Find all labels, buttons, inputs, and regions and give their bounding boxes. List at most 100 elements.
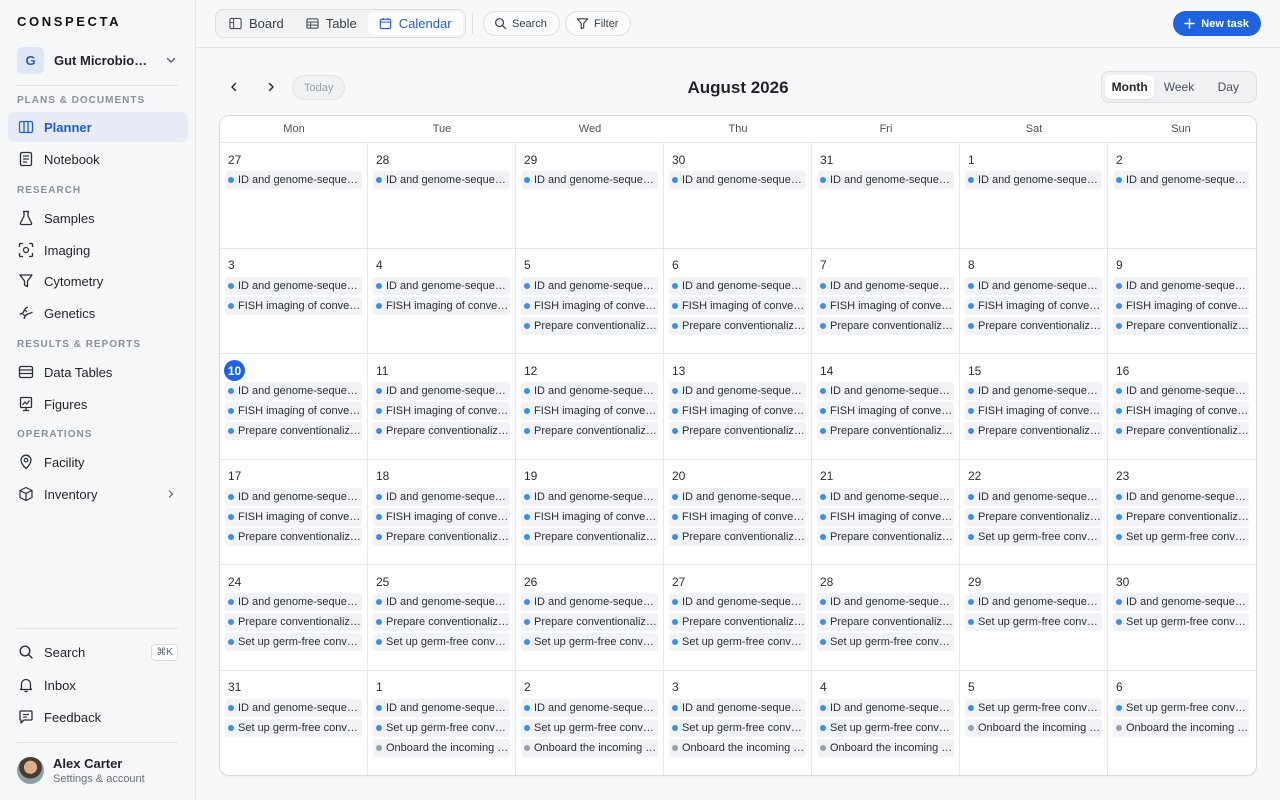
calendar-day-cell[interactable]: 15 ID and genome-sequencing of isolates FI…: [960, 354, 1108, 459]
calendar-day-cell[interactable]: 6ID and genome-sequencing of isolates FIS…: [664, 248, 812, 353]
event-chip[interactable]: ID and genome-sequencing of isolates: [817, 276, 954, 295]
event-chip[interactable]: ID and genome-sequencing of isolates: [965, 171, 1102, 189]
event-chip[interactable]: Set up germ-free conventionalization: [521, 718, 658, 737]
sidebar-item-inventory[interactable]: Inventory: [8, 479, 188, 509]
event-chip[interactable]: FISH imaging of conventional mice: [373, 402, 510, 420]
event-chip[interactable]: Set up germ-free conventionalization: [965, 527, 1102, 546]
event-chip[interactable]: ID and genome-sequencing of isolates: [817, 593, 954, 611]
calendar-day-cell[interactable]: 2ID and genome-sequencing of isolates Set…: [516, 670, 664, 775]
event-chip[interactable]: Prepare conventionalized cohort: [373, 422, 510, 440]
sidebar-item-samples[interactable]: Samples: [8, 203, 188, 233]
event-chip[interactable]: ID and genome-sequencing of isolates: [225, 382, 362, 400]
calendar-day-cell[interactable]: 17 ID and genome-sequencing of isolates FI…: [220, 459, 368, 564]
event-chip[interactable]: Set up germ-free conventionalization: [965, 613, 1102, 631]
calendar-day-cell[interactable]: 4ID and genome-sequencing of isolates Set…: [812, 670, 960, 775]
event-chip[interactable]: ID and genome-sequencing of isolates: [965, 276, 1102, 295]
event-chip[interactable]: FISH imaging of conventional mice: [817, 507, 954, 526]
event-chip[interactable]: FISH imaging of conventional mice: [965, 402, 1102, 420]
event-chip[interactable]: Prepare conventionalized cohort: [1113, 422, 1249, 440]
calendar-day-cell[interactable]: 18 ID and genome-sequencing of isolates FI…: [368, 459, 516, 564]
calendar-day-cell[interactable]: 31 ID and genome-sequencing of isolates Se…: [220, 670, 368, 775]
tab-calendar[interactable]: Calendar: [367, 12, 463, 35]
event-chip[interactable]: ID and genome-sequencing of isolates: [669, 698, 806, 717]
event-chip[interactable]: Prepare conventionalized cohort: [965, 316, 1102, 335]
event-chip[interactable]: ID and genome-sequencing of isolates: [1113, 276, 1249, 295]
event-chip[interactable]: ID and genome-sequencing of isolates: [817, 171, 954, 189]
event-chip[interactable]: Prepare conventionalized cohort: [669, 422, 806, 440]
sidebar-item-facility[interactable]: Facility: [8, 447, 188, 477]
calendar-day-cell[interactable]: 3ID and genome-sequencing of isolates Set…: [664, 670, 812, 775]
event-chip[interactable]: ID and genome-sequencing of isolates: [225, 593, 362, 611]
tab-table[interactable]: Table: [295, 12, 368, 35]
event-chip[interactable]: FISH imaging of conventional mice: [373, 507, 510, 526]
event-chip[interactable]: Set up germ-free conventionalization: [1113, 613, 1249, 631]
event-chip[interactable]: FISH imaging of conventional mice: [521, 507, 658, 526]
calendar-day-cell[interactable]: 27 ID and genome-sequencing of isolates Pr…: [664, 565, 812, 670]
event-chip[interactable]: ID and genome-sequencing of isolates: [521, 698, 658, 717]
event-chip[interactable]: Prepare conventionalized cohort: [373, 527, 510, 546]
event-chip[interactable]: ID and genome-sequencing of isolates: [225, 276, 362, 295]
event-chip[interactable]: ID and genome-sequencing of isolates: [521, 593, 658, 611]
calendar-day-cell[interactable]: 11 ID and genome-sequencing of isolates FI…: [368, 354, 516, 459]
mode-week[interactable]: Week: [1154, 75, 1203, 99]
prev-month-button[interactable]: [225, 78, 243, 96]
event-chip[interactable]: ID and genome-sequencing of isolates: [225, 171, 362, 189]
event-chip[interactable]: Prepare conventionalized cohort: [965, 422, 1102, 440]
event-chip[interactable]: ID and genome-sequencing of isolates: [373, 276, 510, 295]
calendar-day-cell[interactable]: 14 ID and genome-sequencing of isolates FI…: [812, 354, 960, 459]
event-chip[interactable]: Set up germ-free conventionalization: [225, 718, 362, 737]
event-chip[interactable]: Set up germ-free conventionalization: [669, 633, 806, 651]
event-chip[interactable]: Onboard the incoming rotation student: [817, 738, 954, 757]
event-chip[interactable]: Prepare conventionalized cohort: [521, 316, 658, 335]
next-month-button[interactable]: [262, 78, 280, 96]
event-chip[interactable]: Prepare conventionalized cohort: [225, 613, 362, 631]
event-chip[interactable]: Prepare conventionalized cohort: [669, 527, 806, 546]
event-chip[interactable]: ID and genome-sequencing of isolates: [521, 382, 658, 400]
event-chip[interactable]: ID and genome-sequencing of isolates: [1113, 593, 1249, 611]
event-chip[interactable]: ID and genome-sequencing of isolates: [373, 382, 510, 400]
event-chip[interactable]: FISH imaging of conventional mice: [669, 402, 806, 420]
event-chip[interactable]: Set up germ-free conventionalization: [373, 718, 510, 737]
calendar-day-cell[interactable]: 20 ID and genome-sequencing of isolates FI…: [664, 459, 812, 564]
event-chip[interactable]: Prepare conventionalized cohort: [817, 527, 954, 546]
calendar-day-cell[interactable]: 30 ID and genome-sequencing of isolates: [664, 143, 812, 248]
event-chip[interactable]: ID and genome-sequencing of isolates: [965, 487, 1102, 506]
sidebar-item-genetics[interactable]: Genetics: [8, 298, 188, 328]
calendar-day-cell[interactable]: 9ID and genome-sequencing of isolates FIS…: [1108, 249, 1254, 354]
calendar-day-cell[interactable]: 3ID and genome-sequencing of isolates FIS…: [220, 248, 368, 353]
event-chip[interactable]: ID and genome-sequencing of isolates: [521, 487, 658, 506]
calendar-day-cell[interactable]: 1ID and genome-sequencing of isolates Set…: [368, 670, 516, 775]
event-chip[interactable]: ID and genome-sequencing of isolates: [669, 593, 806, 611]
event-chip[interactable]: Set up germ-free conventionalization: [521, 633, 658, 651]
calendar-day-cell[interactable]: 7ID and genome-sequencing of isolates FIS…: [812, 248, 960, 353]
calendar-day-cell[interactable]: 13 ID and genome-sequencing of isolates FI…: [664, 354, 812, 459]
event-chip[interactable]: ID and genome-sequencing of isolates: [521, 276, 658, 295]
event-chip[interactable]: ID and genome-sequencing of isolates: [1113, 382, 1249, 400]
sidebar-item-search[interactable]: Search ⌘K: [8, 637, 188, 667]
event-chip[interactable]: Set up germ-free conventionalization: [1113, 527, 1249, 546]
event-chip[interactable]: FISH imaging of conventional mice: [1113, 296, 1249, 315]
event-chip[interactable]: ID and genome-sequencing of isolates: [225, 698, 362, 717]
calendar-day-cell[interactable]: 31 ID and genome-sequencing of isolates: [812, 143, 960, 248]
calendar-day-cell[interactable]: 19 ID and genome-sequencing of isolates FI…: [516, 459, 664, 564]
filter-button[interactable]: Filter: [565, 11, 632, 36]
sidebar-item-figures[interactable]: Figures: [8, 389, 188, 419]
event-chip[interactable]: Prepare conventionalized cohort: [521, 422, 658, 440]
event-chip[interactable]: Set up germ-free conventionalization: [1113, 698, 1249, 717]
event-chip[interactable]: ID and genome-sequencing of isolates: [669, 171, 806, 189]
event-chip[interactable]: FISH imaging of conventional mice: [817, 296, 954, 315]
event-chip[interactable]: Set up germ-free conventionalization: [965, 698, 1102, 717]
event-chip[interactable]: FISH imaging of conventional mice: [669, 296, 806, 315]
calendar-day-cell[interactable]: 5ID and genome-sequencing of isolates FIS…: [516, 248, 664, 353]
calendar-day-cell[interactable]: 21 ID and genome-sequencing of isolates FI…: [812, 459, 960, 564]
event-chip[interactable]: Prepare conventionalized cohort: [225, 527, 362, 546]
event-chip[interactable]: ID and genome-sequencing of isolates: [965, 593, 1102, 611]
event-chip[interactable]: FISH imaging of conventional mice: [1113, 402, 1249, 420]
new-task-button[interactable]: New task: [1173, 11, 1261, 36]
event-chip[interactable]: ID and genome-sequencing of isolates: [373, 487, 510, 506]
calendar-day-cell[interactable]: 10 ID and genome-sequencing of isolates FI…: [220, 354, 368, 459]
calendar-day-cell[interactable]: 28 ID and genome-sequencing of isolates Pr…: [812, 565, 960, 670]
calendar-day-cell[interactable]: 1ID and genome-sequencing of isolates: [960, 143, 1108, 248]
event-chip[interactable]: Prepare conventionalized cohort: [817, 613, 954, 631]
event-chip[interactable]: ID and genome-sequencing of isolates: [669, 276, 806, 295]
